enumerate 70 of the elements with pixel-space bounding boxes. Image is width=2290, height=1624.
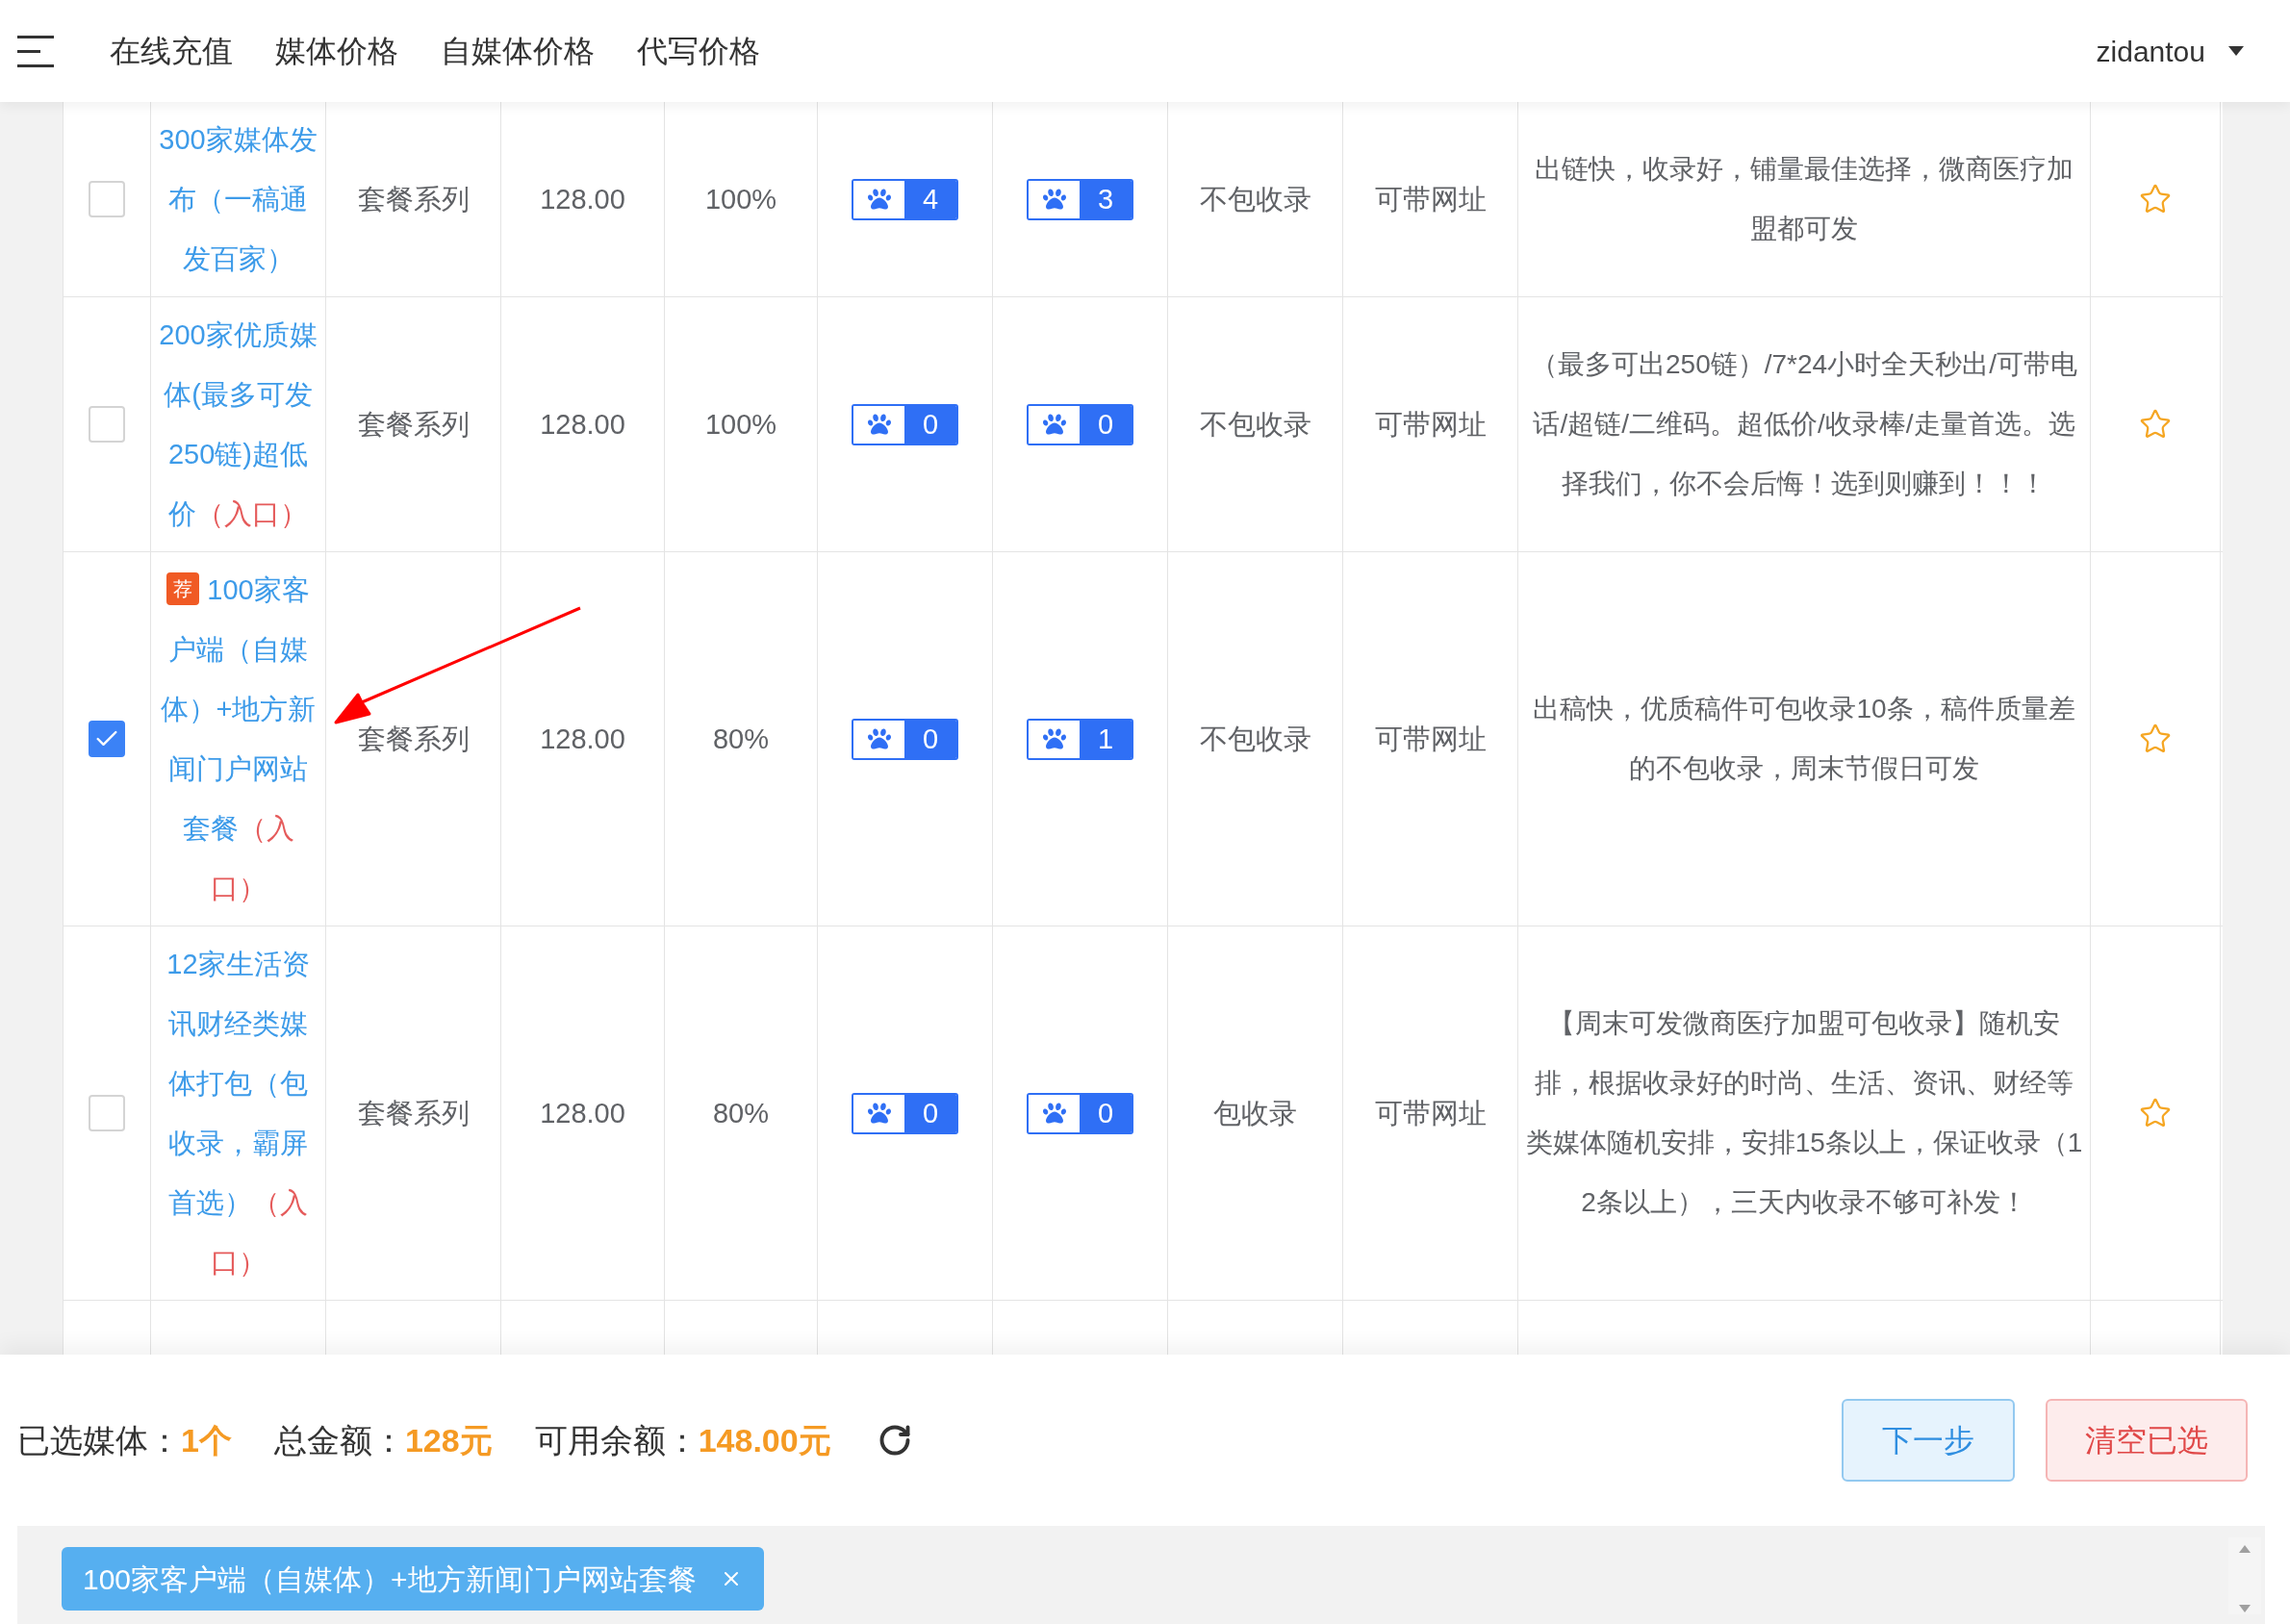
- tag-label: 100家客户端（自媒体）+地方新闻门户网站套餐: [83, 1561, 697, 1597]
- description-text: （最多可出250链）/7*24小时全天秒出/可带电话/超链/二维码。超低价/收录棒/走量首选。选择我们，你不会后悔！选到则赚到！！！: [1530, 348, 2078, 500]
- paw-icon: [1042, 413, 1066, 436]
- paw-count-badge: 3: [1027, 178, 1133, 220]
- selected-item-tag[interactable]: 100家客户端（自媒体）+地方新闻门户网站套餐: [62, 1547, 764, 1611]
- row-checkbox[interactable]: [89, 1095, 125, 1131]
- nav-link[interactable]: 自媒体价格: [441, 28, 595, 74]
- nav-link[interactable]: 在线充值: [110, 28, 233, 74]
- row-checkbox[interactable]: [89, 406, 125, 443]
- inclusion-text: 不包收录: [1199, 183, 1311, 216]
- link-text: 可带网址: [1374, 723, 1487, 756]
- category-text: 套餐系列: [357, 408, 470, 442]
- summary-value: 148.00元: [698, 1420, 831, 1460]
- summary-label: 已选媒体：: [17, 1420, 181, 1460]
- paw-count-badge: 0: [1027, 403, 1133, 445]
- price-text: 128.00: [540, 408, 625, 442]
- percent-text: 100%: [704, 183, 777, 216]
- link-text: 可带网址: [1374, 408, 1487, 442]
- paw-count-badge: 0: [852, 1092, 958, 1134]
- favorite-star-icon[interactable]: [2139, 408, 2172, 441]
- next-step-button[interactable]: 下一步: [1842, 1399, 2015, 1482]
- paw-icon: [1042, 188, 1066, 211]
- media-name-link[interactable]: 荐 100家客户端（自媒体）+地方新闻门户网站套餐（入口）: [159, 560, 318, 918]
- media-name-link[interactable]: 12家生活资讯财经类媒体打包（包收录，霸屏首选）（入口）: [159, 934, 318, 1292]
- description-text: 出稿快，优质稿件可包收录10条，稿件质量差的不包收录，周末节假日可发: [1532, 693, 2076, 785]
- paw-count-badge: 0: [1027, 1092, 1133, 1134]
- inclusion-text: 包收录: [1213, 1097, 1297, 1130]
- category-text: 套餐系列: [357, 723, 470, 756]
- paw-count-badge: 0: [852, 403, 958, 445]
- favorite-star-icon[interactable]: [2139, 723, 2172, 755]
- percent-text: 80%: [712, 723, 769, 756]
- paw-icon: [1042, 1102, 1066, 1125]
- category-text: 套餐系列: [357, 1097, 470, 1130]
- category-text: 套餐系列: [357, 183, 470, 216]
- paw-icon: [867, 1102, 891, 1125]
- nav-link[interactable]: 代写价格: [637, 28, 760, 74]
- summary-label: 总金额：: [273, 1420, 405, 1460]
- paw-count-badge: 4: [852, 178, 958, 220]
- nav-link[interactable]: 媒体价格: [275, 28, 398, 74]
- price-text: 128.00: [540, 723, 625, 756]
- media-name-link[interactable]: 300家媒体发布（一稿通发百家）: [159, 110, 318, 289]
- caret-icon[interactable]: [2228, 46, 2244, 56]
- inclusion-text: 不包收录: [1199, 408, 1311, 442]
- summary-label: 可用余额：: [534, 1420, 699, 1460]
- favorite-star-icon[interactable]: [2139, 1097, 2172, 1129]
- user-name[interactable]: zidantou: [2096, 29, 2205, 73]
- price-text: 128.00: [540, 183, 625, 216]
- menu-icon[interactable]: [17, 34, 54, 68]
- paw-icon: [1042, 727, 1066, 750]
- row-checkbox[interactable]: [89, 181, 125, 217]
- paw-icon: [867, 413, 891, 436]
- percent-text: 100%: [704, 408, 777, 442]
- summary-value: 1个: [181, 1420, 232, 1460]
- description-text: 出链快，收录好，铺量最佳选择，微商医疗加盟都可发: [1534, 153, 2074, 245]
- recommend-tag: 荐: [166, 572, 200, 605]
- clear-selection-button[interactable]: 清空已选: [2046, 1399, 2248, 1482]
- media-name-link[interactable]: 200家优质媒体(最多可发250链)超低价（入口）: [159, 305, 318, 544]
- summary-value: 128元: [404, 1420, 493, 1460]
- row-checkbox[interactable]: [89, 721, 125, 757]
- paw-icon: [867, 727, 891, 750]
- description-text: 【周末可发微商医疗加盟可包收录】随机安排，根据收录好的时尚、生活、资讯、财经等类媒体随机安排，安排15条以上，保证收录（12条以上），三天内收录不够可补发！: [1524, 1007, 2084, 1219]
- link-text: 可带网址: [1374, 1097, 1487, 1130]
- inclusion-text: 不包收录: [1199, 723, 1311, 756]
- paw-count-badge: 0: [852, 718, 958, 760]
- favorite-star-icon[interactable]: [2139, 183, 2172, 216]
- percent-text: 80%: [712, 1097, 769, 1130]
- paw-icon: [867, 188, 891, 211]
- paw-count-badge: 1: [1027, 718, 1133, 760]
- price-text: 128.00: [540, 1097, 625, 1130]
- link-text: 可带网址: [1374, 183, 1487, 216]
